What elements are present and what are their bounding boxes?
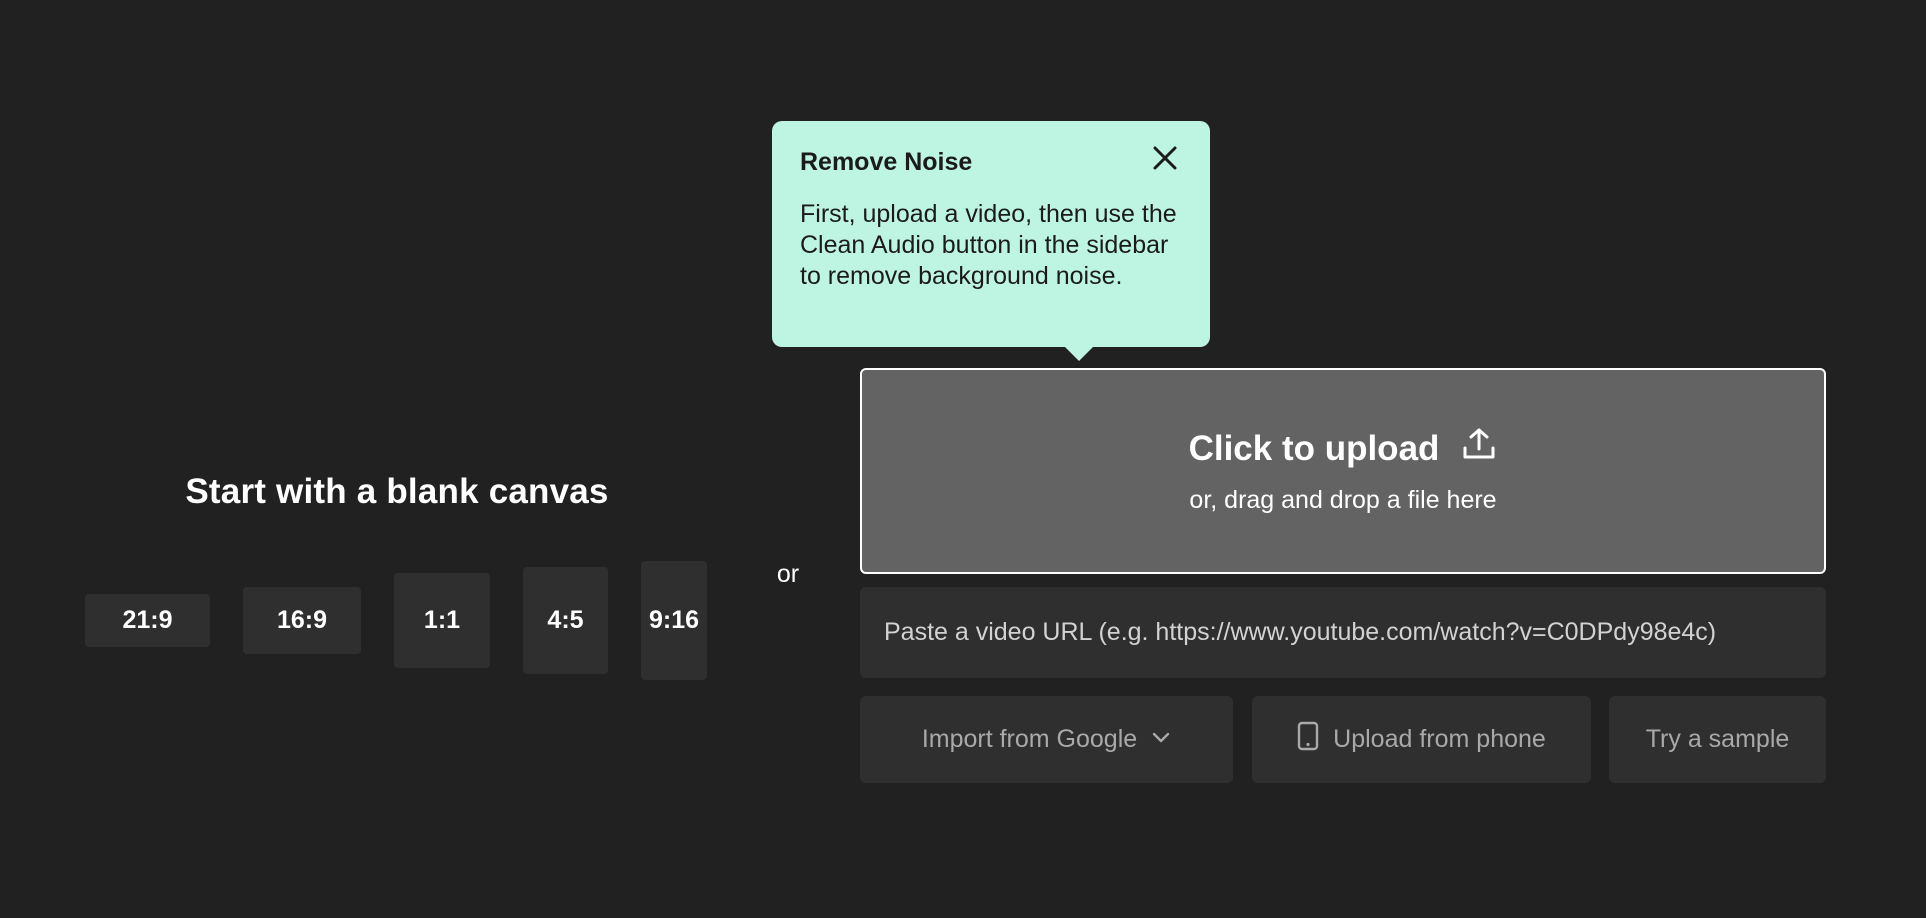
tooltip-title: Remove Noise — [800, 148, 973, 176]
upload-title: Click to upload — [1188, 428, 1440, 468]
close-icon[interactable] — [1150, 143, 1180, 173]
ratio-button-21-9[interactable]: 21:9 — [85, 594, 210, 647]
ratio-button-9-16[interactable]: 9:16 — [641, 561, 707, 680]
import-from-google-button[interactable]: Import from Google — [860, 696, 1233, 783]
page-root: Start with a blank canvas 21:9 16:9 1:1 … — [0, 0, 1926, 918]
upload-from-phone-button[interactable]: Upload from phone — [1252, 696, 1591, 783]
upload-main-row: Click to upload — [862, 426, 1824, 471]
close-icon-svg — [1153, 146, 1177, 170]
ratio-button-4-5[interactable]: 4:5 — [523, 567, 608, 674]
ratio-button-1-1[interactable]: 1:1 — [394, 573, 490, 668]
import-from-google-label: Import from Google — [921, 725, 1138, 753]
try-sample-button[interactable]: Try a sample — [1609, 696, 1826, 783]
upload-dropzone[interactable]: Click to upload or, drag and drop a file… — [860, 368, 1826, 574]
ratio-button-16-9[interactable]: 16:9 — [243, 587, 361, 654]
try-sample-label: Try a sample — [1645, 725, 1790, 753]
upload-subtitle: or, drag and drop a file here — [1189, 486, 1497, 514]
remove-noise-tooltip: Remove Noise First, upload a video, then… — [772, 121, 1210, 361]
or-separator: or — [776, 560, 800, 588]
tooltip-body: First, upload a video, then use the Clea… — [800, 200, 1177, 290]
blank-canvas-title: Start with a blank canvas — [185, 472, 609, 511]
phone-icon — [1297, 721, 1319, 758]
upload-icon — [1461, 426, 1497, 471]
chevron-down-icon — [1151, 725, 1171, 754]
video-url-input[interactable] — [860, 587, 1826, 678]
upload-from-phone-label: Upload from phone — [1333, 725, 1546, 753]
